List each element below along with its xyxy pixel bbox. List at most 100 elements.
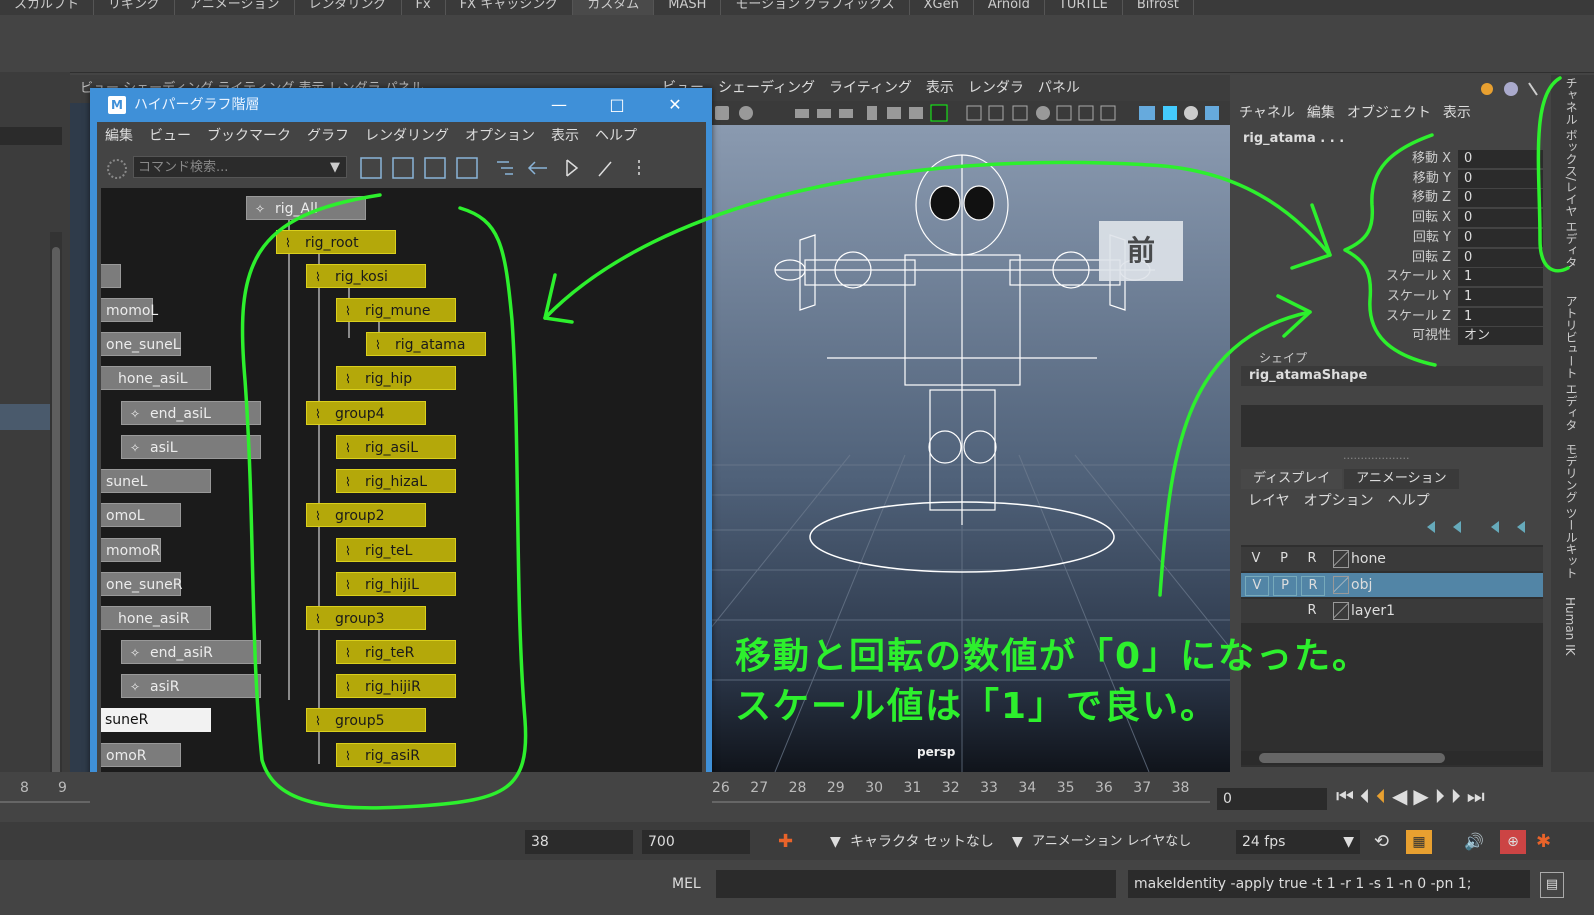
hypergraph-toolbar-icons[interactable]: [359, 156, 699, 180]
viewport-toolbar-icons[interactable]: [655, 101, 1230, 125]
shelf-tab[interactable]: カスタム: [573, 0, 655, 15]
layer-p-toggle[interactable]: P: [1273, 576, 1297, 596]
go-to-start-icon[interactable]: ⏮: [1336, 784, 1354, 808]
shelf-tab[interactable]: MASH: [654, 0, 722, 15]
layer-r-toggle[interactable]: R: [1301, 550, 1323, 568]
channel-box-menu-item[interactable]: 表示: [1437, 101, 1477, 125]
channel-value[interactable]: 1: [1458, 287, 1543, 306]
hypergraph-menu-item[interactable]: グラフ: [299, 122, 357, 150]
shelf-tab[interactable]: Arnold: [974, 0, 1045, 15]
hypergraph-titlebar[interactable]: M ハイパーグラフ階層 — □ ✕: [90, 88, 712, 122]
layer-tab[interactable]: ディスプレイ: [1241, 469, 1343, 489]
hypergraph-node[interactable]: ⌇ rig_asiL: [336, 435, 456, 459]
layer-menu-item[interactable]: ヘルプ: [1381, 491, 1437, 511]
shelf-tab[interactable]: Fx: [402, 0, 446, 15]
shelf-tab[interactable]: リギング: [94, 0, 176, 15]
side-tab[interactable]: モデリング ツールキット: [1563, 443, 1580, 579]
hypergraph-node[interactable]: ⌇ rig_teL: [336, 538, 456, 562]
layer-row[interactable]: V P Rhone: [1241, 547, 1543, 571]
hypergraph-node[interactable]: ✧ asiR: [121, 674, 261, 698]
shelf-tab[interactable]: TURTLE: [1045, 0, 1123, 15]
mel-input[interactable]: [716, 870, 1116, 898]
hypergraph-node[interactable]: ⌇ group2: [306, 503, 426, 527]
channel-label[interactable]: 回転 X: [1412, 209, 1451, 227]
outliner-dropdown[interactable]: [0, 127, 62, 145]
channel-box-menu-item[interactable]: チャネル: [1233, 101, 1301, 125]
shelf-tab[interactable]: FX キャッシング: [446, 0, 574, 15]
layer-tool-icons[interactable]: [1423, 517, 1543, 537]
channel-label[interactable]: スケール Z: [1386, 308, 1451, 326]
channel-box-header-icons[interactable]: [1477, 79, 1547, 99]
command-search-input[interactable]: コマンド検索... ▼: [133, 156, 347, 178]
channel-label[interactable]: 回転 Y: [1413, 229, 1451, 247]
viewport-menu-item[interactable]: シェーディング: [711, 75, 822, 101]
hypergraph-node[interactable]: ✧omoR: [101, 743, 181, 767]
hypergraph-menu-item[interactable]: 表示: [543, 122, 587, 150]
hypergraph-node[interactable]: ⌇ rig_mune: [336, 298, 456, 322]
layer-tab[interactable]: アニメーション: [1344, 469, 1459, 489]
channel-label[interactable]: スケール X: [1386, 268, 1451, 286]
range-end-field[interactable]: 38: [525, 830, 633, 854]
hypergraph-node[interactable]: ⌇ rig_atama: [366, 332, 486, 356]
hypergraph-menu-item[interactable]: レンダリング: [357, 122, 457, 150]
step-back-icon[interactable]: ⏴: [1360, 784, 1370, 808]
layer-p-toggle[interactable]: [1273, 602, 1295, 620]
channel-value[interactable]: 0: [1458, 248, 1543, 267]
viewport-menu-item[interactable]: ライティング: [822, 75, 919, 101]
shelf-tab[interactable]: XGen: [910, 0, 974, 15]
anim-layer-chevron-icon[interactable]: ▼: [1012, 830, 1023, 854]
channel-value[interactable]: 0: [1458, 228, 1543, 247]
channel-row[interactable]: 可視性 オン: [1363, 327, 1543, 346]
splitter-handle[interactable]: ...................: [1343, 449, 1409, 462]
channel-value[interactable]: 1: [1458, 268, 1543, 287]
play-backward-icon[interactable]: ◀: [1392, 784, 1407, 808]
layer-name[interactable]: hone: [1351, 547, 1386, 571]
step-forward-icon[interactable]: ⏵: [1451, 784, 1461, 808]
layer-list-scrollbar[interactable]: [1241, 751, 1543, 765]
layer-color-swatch[interactable]: [1333, 602, 1349, 620]
shape-node-name[interactable]: rig_atamaShape: [1241, 366, 1543, 386]
minimize-button[interactable]: —: [534, 88, 584, 122]
hypergraph-node[interactable]: ✧omoL: [101, 503, 181, 527]
hypergraph-node[interactable]: ✧suneL: [101, 469, 211, 493]
cache-icon[interactable]: ▦: [1406, 830, 1432, 854]
sound-icon[interactable]: 🔊: [1464, 830, 1484, 854]
side-tab[interactable]: Human IK: [1563, 597, 1577, 656]
layer-r-toggle[interactable]: R: [1301, 576, 1325, 596]
anim-layer-select[interactable]: アニメーション レイヤなし: [1032, 830, 1191, 854]
channel-row[interactable]: 回転 Z 0: [1363, 248, 1543, 267]
mel-label[interactable]: MEL: [672, 876, 701, 892]
hypergraph-canvas[interactable]: ✧ rig_All ⌇ rig_root ⌇ rig_kosi ⌇ rig_mune ⌇ rig_…: [101, 188, 702, 826]
layer-menu-item[interactable]: レイヤ: [1241, 491, 1297, 511]
layer-v-toggle[interactable]: V: [1245, 576, 1269, 596]
channel-row[interactable]: 回転 Y 0: [1363, 228, 1543, 247]
hypergraph-node[interactable]: ⌇ rig_root: [276, 230, 396, 254]
channel-row[interactable]: スケール Y 1: [1363, 287, 1543, 306]
channel-value[interactable]: 0: [1458, 169, 1543, 188]
step-forward-key-icon[interactable]: ⏵: [1435, 784, 1445, 808]
play-forward-icon[interactable]: ▶: [1413, 784, 1428, 808]
shelf-tab[interactable]: Bifrost: [1123, 0, 1194, 15]
hypergraph-node[interactable]: ⌇ group5: [306, 708, 426, 732]
hypergraph-node[interactable]: ⌇ rig_hijiR: [336, 674, 456, 698]
hypergraph-menu-item[interactable]: 編集: [97, 122, 141, 150]
layer-v-toggle[interactable]: V: [1245, 550, 1267, 568]
channel-row[interactable]: 移動 Y 0: [1363, 169, 1543, 188]
hypergraph-menu-item[interactable]: オプション: [457, 122, 543, 150]
hypergraph-node[interactable]: ⌇ rig_asiR: [336, 743, 456, 767]
channel-row[interactable]: スケール Z 1: [1363, 307, 1543, 326]
layer-p-toggle[interactable]: P: [1273, 550, 1295, 568]
outliner-scrollbar[interactable]: [50, 232, 62, 822]
outliner-selected-row[interactable]: [0, 404, 50, 430]
channel-label[interactable]: 移動 X: [1412, 150, 1451, 168]
close-button[interactable]: ✕: [650, 88, 700, 122]
channel-label[interactable]: 回転 Z: [1412, 249, 1451, 267]
hypergraph-node[interactable]: ⌇ rig_hip: [336, 366, 456, 390]
channel-value[interactable]: 0: [1458, 189, 1543, 208]
hypergraph-menu-item[interactable]: ブックマーク: [199, 122, 299, 150]
hypergraph-node[interactable]: ✧ asiL: [121, 435, 261, 459]
key-icon[interactable]: ✚: [778, 830, 793, 854]
side-tab[interactable]: アトリビュート エディタ: [1563, 295, 1580, 431]
gear-icon[interactable]: [107, 159, 127, 179]
layer-color-swatch[interactable]: [1333, 576, 1349, 594]
